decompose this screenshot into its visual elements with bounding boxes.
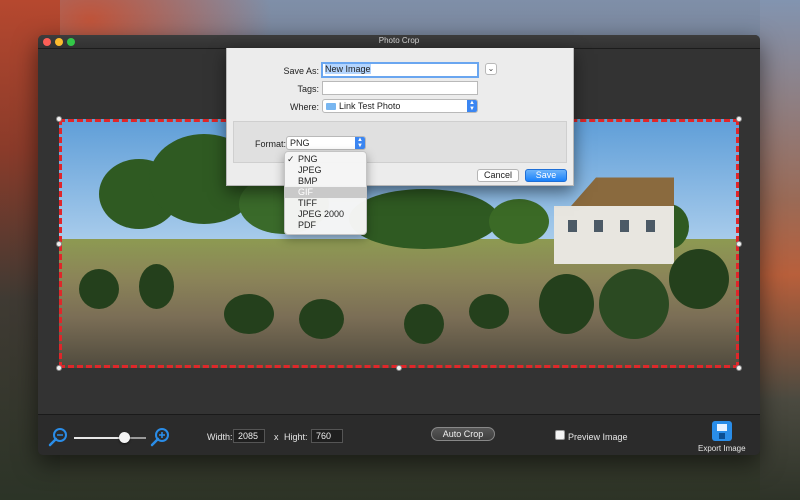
window-title: Photo Crop: [378, 36, 420, 45]
where-value: Link Test Photo: [339, 101, 401, 111]
export-disk-icon[interactable]: [712, 421, 732, 441]
tags-field[interactable]: [322, 81, 478, 95]
popup-arrows-icon: ▲ ▼: [467, 100, 477, 112]
format-menu-item-bmp[interactable]: BMP: [285, 176, 366, 187]
preview-image-checkbox[interactable]: [555, 430, 565, 440]
crop-handle-bottom-left[interactable]: [56, 365, 62, 371]
crop-handle-bottom-middle[interactable]: [396, 365, 402, 371]
format-menu-item-jpeg2000[interactable]: JPEG 2000: [285, 209, 366, 220]
height-label: Hight:: [284, 432, 308, 442]
cancel-button[interactable]: Cancel: [477, 169, 519, 182]
popup-arrows-icon: ▲ ▼: [355, 137, 365, 149]
zoom-slider[interactable]: [74, 432, 146, 443]
size-separator: x: [274, 432, 279, 442]
expand-chevron-button[interactable]: ⌄: [485, 63, 497, 75]
save-button[interactable]: Save: [525, 169, 567, 182]
where-popup[interactable]: Link Test Photo ▲ ▼: [322, 99, 478, 113]
format-menu-item-gif[interactable]: GIF: [285, 187, 366, 198]
crop-handle-bottom-right[interactable]: [736, 365, 742, 371]
format-label: Format:: [254, 139, 286, 149]
crop-handle-left-middle[interactable]: [56, 241, 62, 247]
export-image-label[interactable]: Export Image: [698, 444, 746, 453]
disk-slot-shape: [719, 433, 725, 439]
zoom-slider-fill: [74, 437, 124, 439]
save-as-field[interactable]: New Image: [321, 62, 479, 78]
folder-icon: [326, 103, 336, 110]
save-sheet: Save As: New Image ⌄ Tags: Where: Link T…: [226, 48, 574, 186]
format-dropdown-menu: PNG JPEG BMP GIF TIFF JPEG 2000 PDF: [284, 151, 367, 235]
preview-image-label: Preview Image: [568, 432, 628, 442]
width-field[interactable]: 2085: [233, 429, 265, 443]
format-menu-item-png[interactable]: PNG: [285, 154, 366, 165]
bottom-toolbar: Width: 2085 x Hight: 760 Auto Crop Previ…: [38, 414, 760, 455]
where-label: Where:: [289, 102, 319, 112]
zoom-slider-knob[interactable]: [119, 432, 130, 443]
tags-label: Tags:: [297, 84, 319, 94]
wallpaper-rock-right: [760, 0, 800, 500]
auto-crop-button[interactable]: Auto Crop: [431, 427, 495, 441]
format-menu-item-pdf[interactable]: PDF: [285, 220, 366, 231]
format-popup[interactable]: PNG ▲ ▼: [286, 136, 366, 150]
zoom-in-icon[interactable]: [150, 427, 170, 447]
format-menu-item-tiff[interactable]: TIFF: [285, 198, 366, 209]
height-field[interactable]: 760: [311, 429, 343, 443]
format-value: PNG: [290, 138, 310, 148]
save-as-label: Save As:: [283, 66, 319, 76]
format-menu-item-jpeg[interactable]: JPEG: [285, 165, 366, 176]
save-as-value: New Image: [325, 64, 371, 74]
zoom-out-icon[interactable]: [48, 427, 68, 447]
title-bar[interactable]: Photo Crop: [38, 35, 760, 49]
width-label: Width:: [207, 432, 233, 442]
crop-handle-right-middle[interactable]: [736, 241, 742, 247]
crop-handle-top-left[interactable]: [56, 116, 62, 122]
disk-label-shape: [717, 424, 727, 431]
crop-handle-top-right[interactable]: [736, 116, 742, 122]
